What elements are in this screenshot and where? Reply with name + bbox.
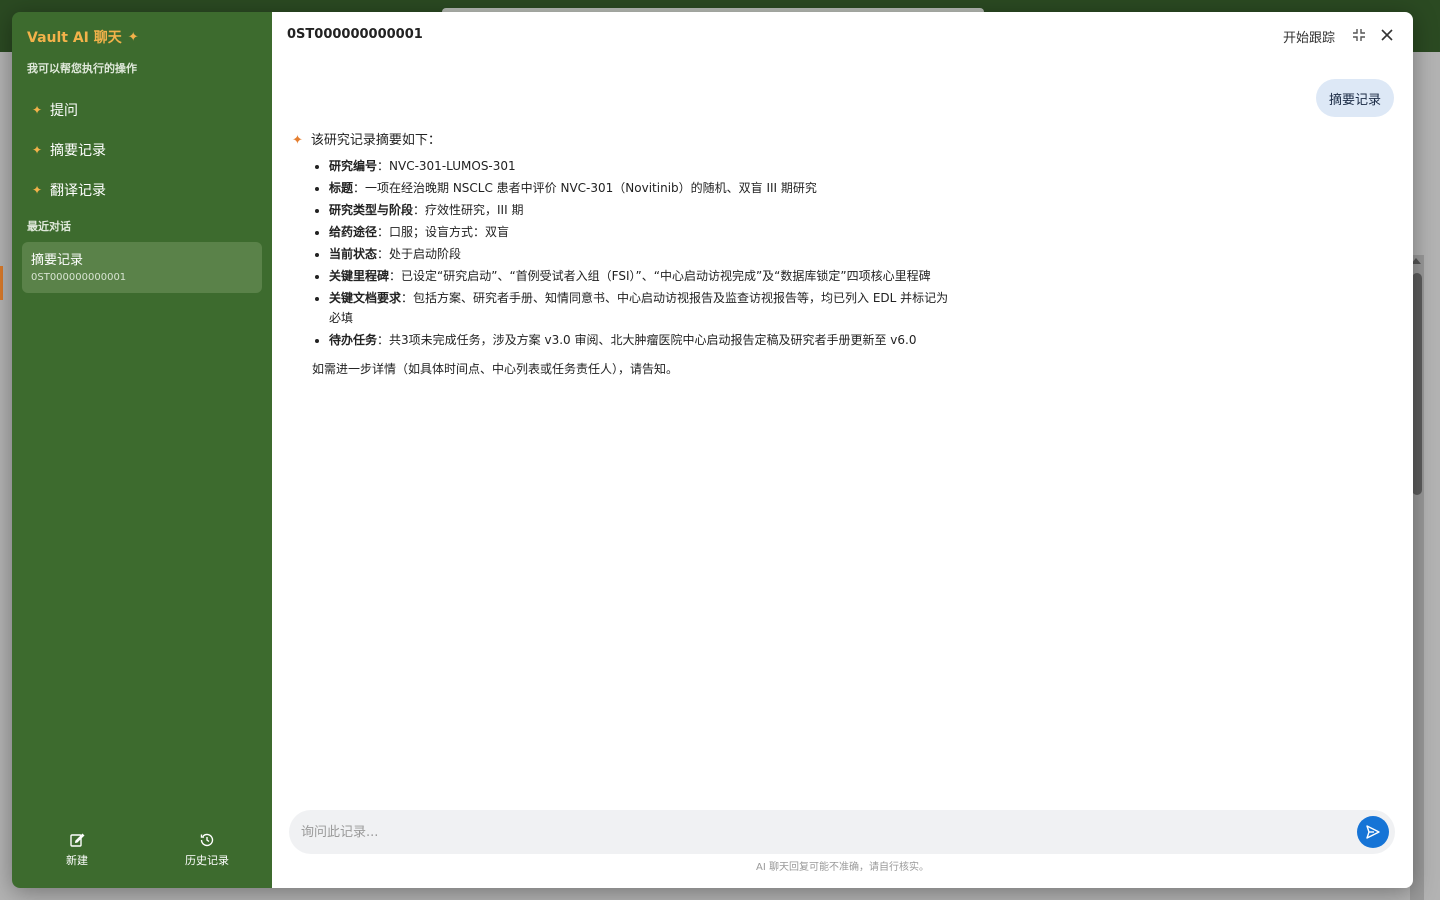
recent-conversation-item[interactable]: 摘要记录 0ST000000000001 — [22, 242, 262, 293]
list-item: 研究编号：NVC-301-LUMOS-301 — [329, 156, 952, 176]
list-item: 关键里程碑：已设定“研究启动”、“首例受试者入组（FSI）”、“中心启动访视完成… — [329, 266, 952, 286]
list-item: 给药途径：口服；设盲方式：双盲 — [329, 222, 952, 242]
item-value: ：共3项未完成任务，涉及方案 v3.0 审阅、北大肿瘤医院中心启动报告定稿及研究… — [377, 333, 917, 347]
sidebar-footer: 新建 历史记录 — [12, 832, 272, 868]
item-value: ：NVC-301-LUMOS-301 — [377, 159, 516, 173]
list-item: 研究类型与阶段：疗效性研究，III 期 — [329, 200, 952, 220]
sparkle-icon: ✦ — [127, 29, 139, 45]
brand-title: Vault AI 聊天 ✦ — [27, 27, 139, 47]
item-value: ：包括方案、研究者手册、知情同意书、中心启动访视报告及监查访视报告等，均已列入 … — [329, 291, 949, 325]
user-message-bubble: 摘要记录 — [1315, 79, 1394, 117]
recent-conversations-heading: 最近对话 — [27, 220, 71, 233]
item-value: ：一项在经治晚期 NSCLC 患者中评价 NVC-301（Novitinib）的… — [353, 181, 817, 195]
item-value: ：处于启动阶段 — [377, 247, 462, 261]
history-icon — [200, 833, 214, 847]
start-tracking-button[interactable]: 开始跟踪 — [1283, 27, 1335, 46]
sparkle-icon: ✦ — [32, 103, 43, 117]
conversation-title: 摘要记录 — [31, 253, 84, 268]
message-input[interactable] — [289, 823, 1357, 841]
ai-disclaimer: AI 聊天回复可能不准确，请自行核实。 — [756, 862, 929, 873]
chat-main: 0ST000000000001 开始跟踪 摘要记录 ✦ 该研究记录摘要如下： 研… — [272, 12, 1413, 888]
action-label: 摘要记录 — [50, 143, 106, 159]
sparkle-icon: ✦ — [32, 183, 43, 197]
background-scrollbar-thumb — [1412, 273, 1422, 495]
item-key: 研究类型与阶段 — [329, 203, 414, 217]
action-ask[interactable]: ✦ 提问 — [24, 90, 260, 130]
background-accent-tab — [0, 266, 3, 300]
close-icon[interactable] — [1379, 27, 1395, 43]
sparkle-icon: ✦ — [32, 143, 43, 157]
item-key: 待办任务 — [329, 333, 378, 347]
chat-sidebar: Vault AI 聊天 ✦ 我可以帮您执行的操作 ✦ 提问 ✦ 摘要记录 ✦ 翻… — [12, 12, 272, 888]
item-key: 标题 — [329, 181, 354, 195]
item-key: 当前状态 — [329, 247, 378, 261]
message-composer — [289, 810, 1395, 854]
send-button[interactable] — [1357, 816, 1389, 848]
new-chat-label: 新建 — [66, 854, 88, 867]
ai-outro: 如需进一步详情（如具体时间点、中心列表或任务责任人），请告知。 — [312, 362, 679, 376]
item-value: ：口服；设盲方式：双盲 — [377, 225, 510, 239]
action-label: 翻译记录 — [50, 183, 106, 199]
item-key: 给药途径 — [329, 225, 378, 239]
item-key: 研究编号 — [329, 159, 378, 173]
sidebar-subtitle: 我可以帮您执行的操作 — [27, 62, 137, 75]
action-summarize-record[interactable]: ✦ 摘要记录 — [24, 130, 260, 170]
ai-chat-modal: Vault AI 聊天 ✦ 我可以帮您执行的操作 ✦ 提问 ✦ 摘要记录 ✦ 翻… — [12, 12, 1413, 888]
edit-icon — [70, 833, 85, 847]
action-translate-record[interactable]: ✦ 翻译记录 — [24, 170, 260, 210]
sparkle-icon: ✦ — [292, 133, 303, 148]
action-label: 提问 — [50, 103, 78, 119]
list-item: 当前状态：处于启动阶段 — [329, 244, 952, 264]
item-key: 关键文档要求 — [329, 291, 402, 305]
conversation-record-id: 0ST000000000001 — [31, 272, 127, 283]
list-item: 待办任务：共3项未完成任务，涉及方案 v3.0 审阅、北大肿瘤医院中心启动报告定… — [329, 330, 952, 350]
ai-response: ✦ 该研究记录摘要如下： 研究编号：NVC-301-LUMOS-301 标题：一… — [292, 133, 952, 377]
item-value: ：已设定“研究启动”、“首例受试者入组（FSI）”、“中心启动访视完成”及“数据… — [389, 269, 931, 283]
brand-label: Vault AI 聊天 — [27, 30, 122, 46]
list-item: 关键文档要求：包括方案、研究者手册、知情同意书、中心启动访视报告及监查访视报告等… — [329, 288, 952, 328]
send-icon — [1366, 825, 1380, 839]
ai-summary-list: 研究编号：NVC-301-LUMOS-301 标题：一项在经治晚期 NSCLC … — [312, 156, 952, 350]
new-chat-button[interactable]: 新建 — [12, 832, 142, 868]
item-key: 关键里程碑 — [329, 269, 390, 283]
history-button[interactable]: 历史记录 — [142, 832, 272, 868]
item-value: ：疗效性研究，III 期 — [413, 203, 524, 217]
action-list: ✦ 提问 ✦ 摘要记录 ✦ 翻译记录 — [24, 90, 260, 210]
ai-response-header: ✦ 该研究记录摘要如下： — [292, 133, 952, 148]
ai-intro: 该研究记录摘要如下： — [310, 133, 441, 148]
history-label: 历史记录 — [185, 854, 229, 867]
collapse-icon[interactable] — [1351, 27, 1367, 43]
list-item: 标题：一项在经治晚期 NSCLC 患者中评价 NVC-301（Novitinib… — [329, 178, 952, 198]
record-id-title: 0ST000000000001 — [287, 27, 423, 42]
